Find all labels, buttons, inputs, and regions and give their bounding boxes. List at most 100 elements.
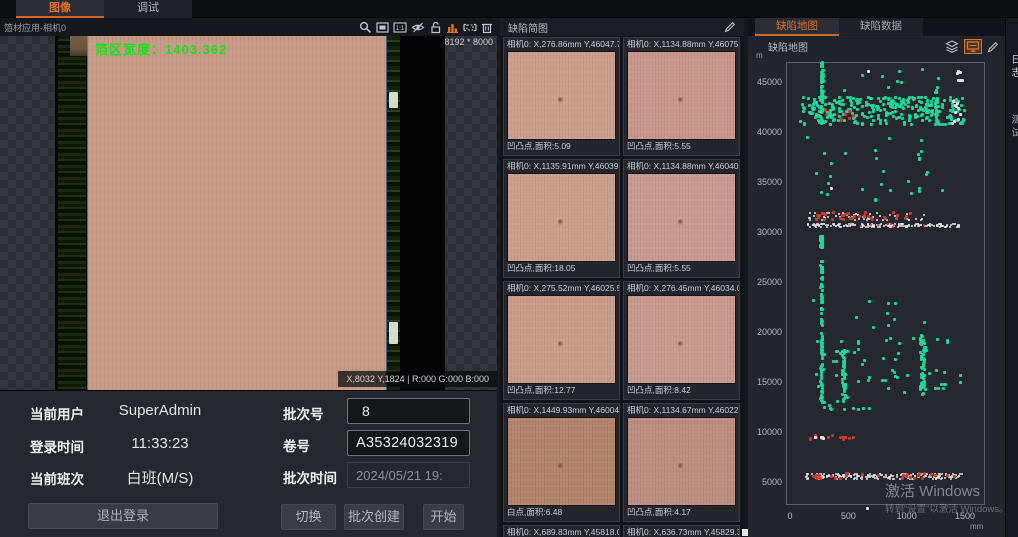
defect-point: [912, 337, 915, 340]
defect-point: [900, 81, 903, 84]
defect-point: [825, 113, 828, 116]
create-batch-button[interactable]: 批次创建: [344, 504, 404, 530]
defect-point: [848, 110, 851, 113]
search-icon[interactable]: [359, 21, 372, 34]
fit-image-icon[interactable]: [376, 21, 389, 34]
monitor-icon[interactable]: [964, 39, 982, 54]
defect-point: [937, 387, 940, 390]
defect-map-plot[interactable]: [786, 62, 985, 505]
tab-defect-map[interactable]: 缺陷地图: [755, 18, 839, 36]
defect-point: [853, 478, 855, 480]
tab-debug[interactable]: 调试: [104, 0, 192, 18]
batch-no-input[interactable]: [347, 398, 470, 424]
eye-off-icon[interactable]: [411, 21, 425, 34]
defect-point: [882, 97, 885, 100]
defect-point: [915, 218, 917, 220]
lock-icon[interactable]: [429, 21, 442, 34]
defect-thumbnail: [627, 417, 736, 506]
defect-point: [831, 107, 834, 110]
defect-mark: [558, 219, 563, 225]
defect-point: [946, 341, 949, 344]
defect-point: [830, 225, 832, 227]
defect-point: [835, 360, 838, 363]
y-tick-label: 40000: [740, 127, 782, 137]
defect-point: [941, 106, 944, 109]
defect-point: [896, 376, 899, 379]
defect-point: [821, 384, 824, 387]
defect-card[interactable]: 相机0: X,1134.88mm Y,46075.78m凹凸点,面积:5.55: [623, 37, 740, 156]
defect-point: [920, 373, 923, 376]
defect-point: [835, 374, 838, 377]
defect-point: [850, 476, 852, 478]
defect-point: [821, 278, 824, 281]
defect-point: [963, 109, 966, 112]
defect-thumbnail: [627, 173, 736, 262]
tab-image[interactable]: 图像: [16, 0, 104, 18]
defect-point: [812, 299, 815, 302]
foil-width-overlay: 箔区宽度：1403.362: [95, 39, 227, 58]
defect-map-chart: m mm 50001000015000200002500030000350004…: [786, 62, 985, 505]
defect-point: [803, 123, 806, 126]
defect-point: [809, 212, 811, 214]
switch-button[interactable]: 切换: [281, 504, 336, 530]
dock-item-log[interactable]: 日志: [1007, 54, 1018, 80]
defect-point: [843, 119, 846, 122]
defect-point: [861, 74, 864, 77]
defect-point: [917, 223, 919, 225]
defect-point: [821, 95, 824, 98]
defect-snapshot-list: 相机0: X,276.86mm Y,46047.78m凹凸点,面积:5.09相机…: [503, 37, 743, 537]
defect-card-header: 相机0: X,275.52mm Y,46025.57m: [504, 282, 619, 295]
crop-icon[interactable]: [463, 21, 477, 34]
trash-icon[interactable]: [481, 21, 493, 34]
defect-card[interactable]: 相机0: X,636.73mm Y,45829.35m: [623, 525, 740, 537]
defect-card[interactable]: 相机0: X,275.52mm Y,46025.57m凹凸点,面积:12.77: [503, 281, 620, 400]
defect-point: [870, 97, 873, 100]
defect-point: [839, 436, 842, 439]
defect-map-title: 缺陷地图: [768, 39, 808, 54]
defect-card[interactable]: 相机0: X,276.86mm Y,46047.78m凹凸点,面积:5.09: [503, 37, 620, 156]
defect-point: [816, 340, 819, 343]
defect-point: [887, 302, 890, 305]
defect-card[interactable]: 相机0: X,1134.67mm Y,46022.22m凹凸点,面积:4.17: [623, 403, 740, 522]
defect-card[interactable]: 相机0: X,1449.93mm Y,46004.39m 白点,面积:6.48: [503, 403, 620, 522]
defect-point: [863, 218, 865, 220]
defect-point: [913, 97, 916, 100]
pencil-icon[interactable]: [724, 21, 736, 33]
defect-card-footer: 凹凸点,面积:5.09: [504, 140, 619, 153]
defect-card[interactable]: 相机0: X,1134.88mm Y,46040.51m凹凸点,面积:5.55: [623, 159, 740, 278]
defect-point: [843, 89, 846, 92]
layers-icon[interactable]: [945, 40, 959, 53]
defect-point: [882, 170, 885, 173]
defect-point: [820, 81, 823, 84]
defect-point: [857, 408, 860, 411]
defect-point: [845, 474, 848, 477]
defect-point: [888, 137, 891, 140]
defect-card[interactable]: 相机0: X,276.45mm Y,46034.07m凹凸点,面积:8.42: [623, 281, 740, 400]
defect-point: [922, 339, 925, 342]
session-label: 当前用户: [30, 403, 84, 423]
defect-point: [823, 401, 826, 404]
defect-point: [864, 211, 867, 214]
start-button[interactable]: 开始: [423, 504, 464, 530]
pencil-icon[interactable]: [987, 41, 999, 53]
image-viewer[interactable]: 8192 * 8000 箔区宽度：1403.362 X,8032 Y,1824 …: [0, 36, 497, 390]
defect-card[interactable]: 相机0: X,689.83mm Y,45818.09m: [503, 525, 620, 537]
roll-no-input[interactable]: [347, 430, 470, 456]
histogram-icon[interactable]: [446, 21, 459, 34]
defect-point: [923, 472, 926, 475]
defect-point: [961, 79, 964, 82]
defect-point: [954, 111, 957, 114]
defect-card-header: 相机0: X,1449.93mm Y,46004.39m: [504, 404, 619, 417]
defect-card-footer: 白点,面积:6.48: [504, 506, 619, 519]
defect-point: [930, 473, 933, 476]
one-to-one-icon[interactable]: 1:1: [393, 21, 407, 34]
defect-point: [923, 214, 925, 216]
defect-card[interactable]: 相机0: X,1135.91mm Y,46039.86m凹凸点,面积:18.05: [503, 159, 620, 278]
defect-point: [853, 106, 856, 109]
defect-point: [894, 96, 897, 99]
dock-item-test[interactable]: 测试: [1007, 114, 1018, 140]
defect-point: [843, 225, 845, 227]
tab-defect-data[interactable]: 缺陷数据: [839, 18, 923, 36]
defect-point: [959, 381, 962, 384]
logout-button[interactable]: 退出登录: [28, 503, 218, 529]
